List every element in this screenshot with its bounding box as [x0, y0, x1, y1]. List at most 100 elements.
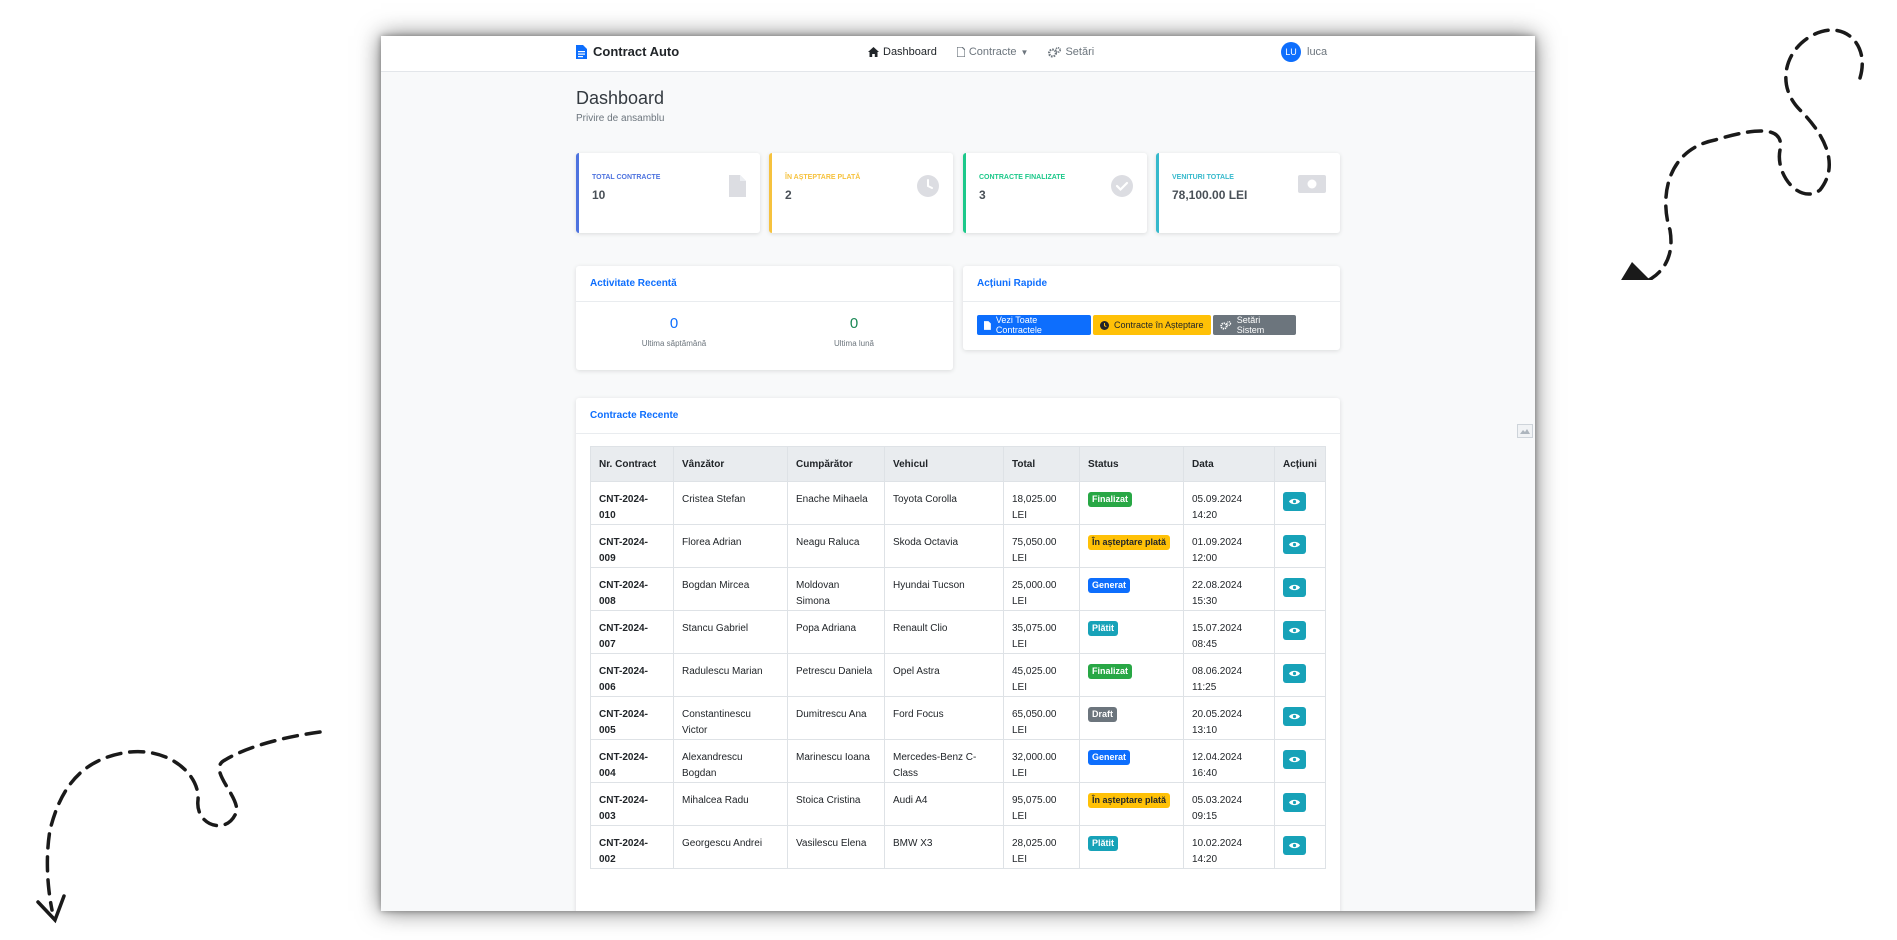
table-body: CNT-2024- 010 Cristea Stefan Enache Mihaela… — [590, 481, 1326, 869]
pending-contracts-button[interactable]: Contracte în Așteptare — [1093, 315, 1211, 335]
column-header[interactable]: Vehicul — [884, 446, 1004, 482]
column-header[interactable]: Nr. Contract — [590, 446, 674, 482]
view-contract-button[interactable] — [1283, 578, 1306, 597]
cell-vehicle: Ford Focus — [884, 696, 1004, 740]
eye-icon — [1289, 498, 1300, 505]
table-row: CNT-2024- 002 Georgescu Andrei Vasilescu El… — [590, 825, 1326, 869]
view-contract-button[interactable] — [1283, 836, 1306, 855]
cell-buyer-line: Petrescu Daniela — [796, 666, 873, 677]
cell-total-line: 95,075.00 — [1012, 795, 1057, 806]
cell-contract-nr-line: 003 — [599, 811, 616, 822]
button-label: Vezi Toate Contractele — [995, 315, 1042, 335]
arrowhead-icon — [1621, 262, 1650, 280]
cell-actions — [1274, 567, 1326, 611]
cell-buyer: Marinescu Ioana — [787, 739, 885, 783]
eye-icon — [1289, 670, 1300, 677]
cell-total-line: LEI — [1012, 725, 1028, 736]
column-header[interactable]: Data — [1183, 446, 1275, 482]
view-contract-button[interactable] — [1283, 707, 1306, 726]
eye-icon — [1289, 713, 1300, 720]
cell-vehicle-line: Opel Astra — [893, 666, 940, 677]
cell-total: 75,050.00 LEI — [1003, 524, 1080, 568]
cell-vehicle-line: Skoda Octavia — [893, 537, 959, 548]
cell-buyer-line: Enache Mihaela — [796, 494, 868, 505]
view-contract-button[interactable] — [1283, 750, 1306, 769]
nav-link-contracte[interactable]: Contracte ▼ — [956, 46, 1029, 58]
cell-status: Generat — [1079, 567, 1184, 611]
cell-status: Generat — [1079, 739, 1184, 783]
cell-vehicle-line: BMW X3 — [893, 838, 933, 849]
column-header[interactable]: Vânzător — [673, 446, 788, 482]
cell-date-line: 12:00 — [1192, 553, 1218, 564]
stat-card-contracte-finalizate: CONTRACTE FINALIZATE 3 — [963, 153, 1147, 233]
table-row: CNT-2024- 008 Bogdan Mircea Moldovan Simona H… — [590, 567, 1326, 611]
cell-contract-nr: CNT-2024- 008 — [590, 567, 674, 611]
file-icon — [984, 320, 991, 330]
stat-label: ÎN AȘTEPTARE PLATĂ — [785, 174, 861, 181]
caret-down-icon: ▼ — [1020, 47, 1029, 57]
user-menu[interactable]: LU luca — [1281, 42, 1327, 62]
eye-icon — [1289, 799, 1300, 806]
cell-buyer-line: Neagu Raluca — [796, 537, 860, 548]
metric-month: 0 Ultima lună — [794, 315, 914, 348]
cell-total-line: 32,000.00 — [1012, 752, 1057, 763]
eye-icon — [1289, 627, 1300, 634]
cell-vehicle-line: Hyundai Tucson — [893, 580, 965, 591]
view-contract-button[interactable] — [1283, 793, 1306, 812]
view-contract-button[interactable] — [1283, 664, 1306, 683]
cell-total-line: 18,025.00 — [1012, 494, 1057, 505]
cell-total: 18,025.00 LEI — [1003, 481, 1080, 525]
cell-total-line: 45,025.00 — [1012, 666, 1057, 677]
cell-seller-line: Florea Adrian — [682, 537, 742, 548]
cell-contract-nr-line: 002 — [599, 854, 616, 865]
cell-seller: Cristea Stefan — [673, 481, 788, 525]
cell-seller-line: Constantinescu — [682, 709, 751, 720]
eye-icon — [1289, 842, 1300, 849]
cell-seller-line: Victor — [682, 725, 708, 736]
clock-icon — [917, 175, 939, 197]
view-contract-button[interactable] — [1283, 621, 1306, 640]
table-row: CNT-2024- 007 Stancu Gabriel Popa Adriana Re… — [590, 610, 1326, 654]
status-badge: Generat — [1088, 578, 1131, 593]
view-contract-button[interactable] — [1283, 492, 1306, 511]
stat-accent-bar — [769, 153, 772, 233]
cell-buyer-line: Dumitrescu Ana — [796, 709, 867, 720]
stat-value: 78,100.00 LEI — [1172, 188, 1248, 202]
cell-contract-nr-line: CNT-2024- — [599, 666, 648, 677]
cell-seller: Radulescu Marian — [673, 653, 788, 697]
system-settings-button[interactable]: Setări Sistem — [1213, 315, 1296, 335]
cell-actions — [1274, 610, 1326, 654]
eye-icon — [1289, 756, 1300, 763]
cell-vehicle: Skoda Octavia — [884, 524, 1004, 568]
cell-total-line: 65,050.00 — [1012, 709, 1057, 720]
table-row: CNT-2024- 003 Mihalcea Radu Stoica Cristina… — [590, 782, 1326, 826]
cell-contract-nr-line: CNT-2024- — [599, 838, 648, 849]
column-header[interactable]: Cumpărător — [787, 446, 885, 482]
column-header[interactable]: Status — [1079, 446, 1184, 482]
cell-contract-nr-line: CNT-2024- — [599, 623, 648, 634]
cell-date: 01.09.2024 12:00 — [1183, 524, 1275, 568]
nav-links: Dashboard Contracte ▼ Setări — [868, 46, 1094, 58]
cell-seller-line: Georgescu Andrei — [682, 838, 763, 849]
cell-contract-nr-line: CNT-2024- — [599, 795, 648, 806]
app-window: Contract Auto Dashboard Contracte ▼ Setă… — [381, 36, 1535, 911]
nav-link-label: Dashboard — [883, 46, 937, 58]
cell-total: 28,025.00 LEI — [1003, 825, 1080, 869]
table-row: CNT-2024- 010 Cristea Stefan Enache Mihaela… — [590, 481, 1326, 525]
column-header[interactable]: Total — [1003, 446, 1080, 482]
nav-link-setari[interactable]: Setări — [1048, 46, 1094, 58]
cell-buyer-line: Simona — [796, 596, 830, 607]
view-all-contracts-button[interactable]: Vezi Toate Contractele — [977, 315, 1091, 335]
brand[interactable]: Contract Auto — [576, 44, 679, 59]
stat-card-venituri-totale: VENITURI TOTALE 78,100.00 LEI — [1156, 153, 1340, 233]
cell-status: Plătit — [1079, 610, 1184, 654]
cell-date-line: 08:45 — [1192, 639, 1218, 650]
cell-contract-nr: CNT-2024- 009 — [590, 524, 674, 568]
status-badge: Generat — [1088, 750, 1131, 765]
cell-contract-nr-line: 009 — [599, 553, 616, 564]
nav-link-dashboard[interactable]: Dashboard — [868, 46, 937, 58]
cell-total-line: LEI — [1012, 553, 1028, 564]
cell-total: 45,025.00 LEI — [1003, 653, 1080, 697]
view-contract-button[interactable] — [1283, 535, 1306, 554]
button-label: Contracte în Așteptare — [1114, 320, 1204, 330]
